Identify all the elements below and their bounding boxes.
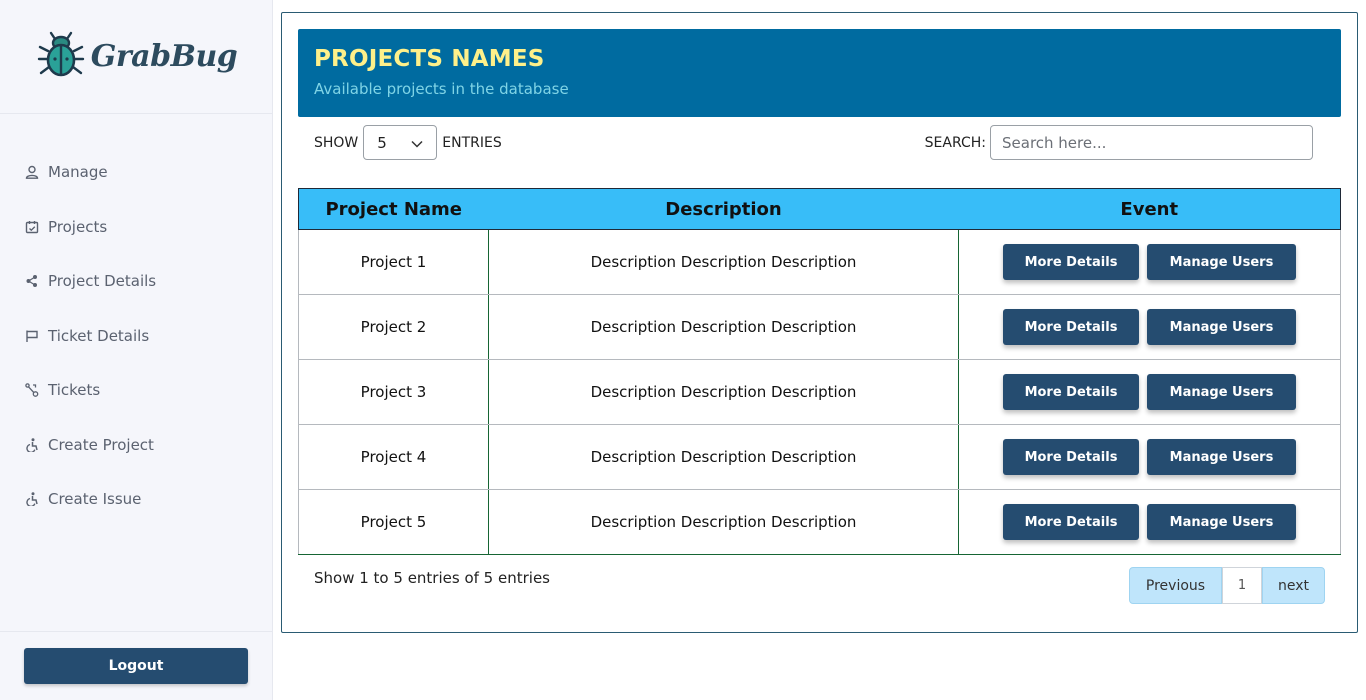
event-cell: More Details Manage Users	[958, 489, 1341, 555]
sidebar-nav: Manage Projects Project Details Ticket D…	[0, 145, 272, 527]
column-header-event[interactable]: Event	[958, 188, 1341, 230]
show-label: SHOW	[314, 134, 359, 151]
sidebar-item-tickets[interactable]: Tickets	[0, 363, 272, 418]
more-details-button[interactable]: More Details	[1003, 309, 1139, 345]
flag-icon	[24, 328, 40, 344]
project-name-cell: Project 3	[298, 359, 489, 425]
page-number-button[interactable]: 1	[1222, 567, 1262, 604]
projects-table: Project Name Description Event Project 1…	[298, 188, 1341, 555]
table-row: Project 3 Description Description Descri…	[298, 359, 1341, 425]
manage-users-button[interactable]: Manage Users	[1147, 504, 1296, 540]
description-cell: Description Description Description	[488, 294, 959, 360]
accessible-icon	[24, 491, 40, 507]
sidebar-item-manage[interactable]: Manage	[0, 145, 272, 200]
more-details-button[interactable]: More Details	[1003, 244, 1139, 280]
project-name-cell: Project 1	[298, 229, 489, 295]
entries-select-value: 5	[377, 133, 387, 152]
manage-users-button[interactable]: Manage Users	[1147, 244, 1296, 280]
projects-banner: PROJECTS NAMES Available projects in the…	[298, 29, 1341, 117]
page-subtitle: Available projects in the database	[314, 80, 569, 98]
description-cell: Description Description Description	[488, 229, 959, 295]
column-header-project-name[interactable]: Project Name	[298, 188, 489, 230]
search-control: SEARCH:	[925, 125, 1313, 160]
table-row: Project 5 Description Description Descri…	[298, 489, 1341, 555]
manage-users-button[interactable]: Manage Users	[1147, 439, 1296, 475]
next-page-button[interactable]: next	[1262, 567, 1325, 604]
sidebar-item-create-project[interactable]: Create Project	[0, 418, 272, 473]
sidebar-item-label: Create Issue	[48, 490, 142, 509]
more-details-button[interactable]: More Details	[1003, 504, 1139, 540]
sidebar-item-label: Create Project	[48, 435, 154, 454]
column-header-description[interactable]: Description	[488, 188, 959, 230]
logo-text: GrabBug	[90, 39, 238, 74]
description-cell: Description Description Description	[488, 489, 959, 555]
sidebar-footer: Logout	[0, 631, 272, 700]
logout-button[interactable]: Logout	[24, 648, 248, 684]
user-icon	[24, 164, 40, 180]
table-row: Project 4 Description Description Descri…	[298, 424, 1341, 490]
sidebar-item-create-issue[interactable]: Create Issue	[0, 472, 272, 527]
description-cell: Description Description Description	[488, 424, 959, 490]
pagination: Previous 1 next	[1129, 567, 1325, 604]
search-label: SEARCH:	[924, 134, 986, 151]
page-title: PROJECTS NAMES	[314, 46, 545, 72]
entries-control: SHOW 5 ENTRIES	[314, 125, 502, 160]
projects-card: PROJECTS NAMES Available projects in the…	[281, 12, 1358, 633]
event-cell: More Details Manage Users	[958, 229, 1341, 295]
calendar-check-icon	[24, 219, 40, 235]
previous-page-button[interactable]: Previous	[1129, 567, 1222, 604]
project-name-cell: Project 2	[298, 294, 489, 360]
logo[interactable]: GrabBug	[0, 0, 272, 114]
entries-select[interactable]: 5	[363, 125, 438, 160]
project-name-cell: Project 5	[298, 489, 489, 555]
event-cell: More Details Manage Users	[958, 359, 1341, 425]
bug-icon	[35, 29, 87, 85]
search-input[interactable]	[990, 125, 1313, 160]
sidebar-item-projects[interactable]: Projects	[0, 200, 272, 255]
manage-users-button[interactable]: Manage Users	[1147, 309, 1296, 345]
sidebar-item-ticket-details[interactable]: Ticket Details	[0, 309, 272, 364]
entries-label: ENTRIES	[442, 134, 502, 151]
event-cell: More Details Manage Users	[958, 424, 1341, 490]
table-header-row: Project Name Description Event	[298, 188, 1341, 230]
share-nodes-icon	[24, 273, 40, 289]
project-name-cell: Project 4	[298, 424, 489, 490]
sidebar-item-label: Ticket Details	[48, 326, 150, 345]
sidebar-item-label: Project Details	[48, 272, 157, 291]
manage-users-button[interactable]: Manage Users	[1147, 374, 1296, 410]
description-cell: Description Description Description	[488, 359, 959, 425]
branch-icon	[24, 382, 40, 398]
chevron-down-icon	[411, 134, 423, 152]
table-row: Project 1 Description Description Descri…	[298, 229, 1341, 295]
more-details-button[interactable]: More Details	[1003, 439, 1139, 475]
more-details-button[interactable]: More Details	[1003, 374, 1139, 410]
table-row: Project 2 Description Description Descri…	[298, 294, 1341, 360]
sidebar-item-project-details[interactable]: Project Details	[0, 254, 272, 309]
accessible-icon	[24, 437, 40, 453]
event-cell: More Details Manage Users	[958, 294, 1341, 360]
sidebar: GrabBug Manage Projects Project Details …	[0, 0, 273, 700]
sidebar-item-label: Projects	[48, 217, 108, 236]
entries-info: Show 1 to 5 entries of 5 entries	[314, 569, 550, 587]
sidebar-item-label: Manage	[48, 163, 108, 182]
sidebar-item-label: Tickets	[48, 381, 101, 400]
